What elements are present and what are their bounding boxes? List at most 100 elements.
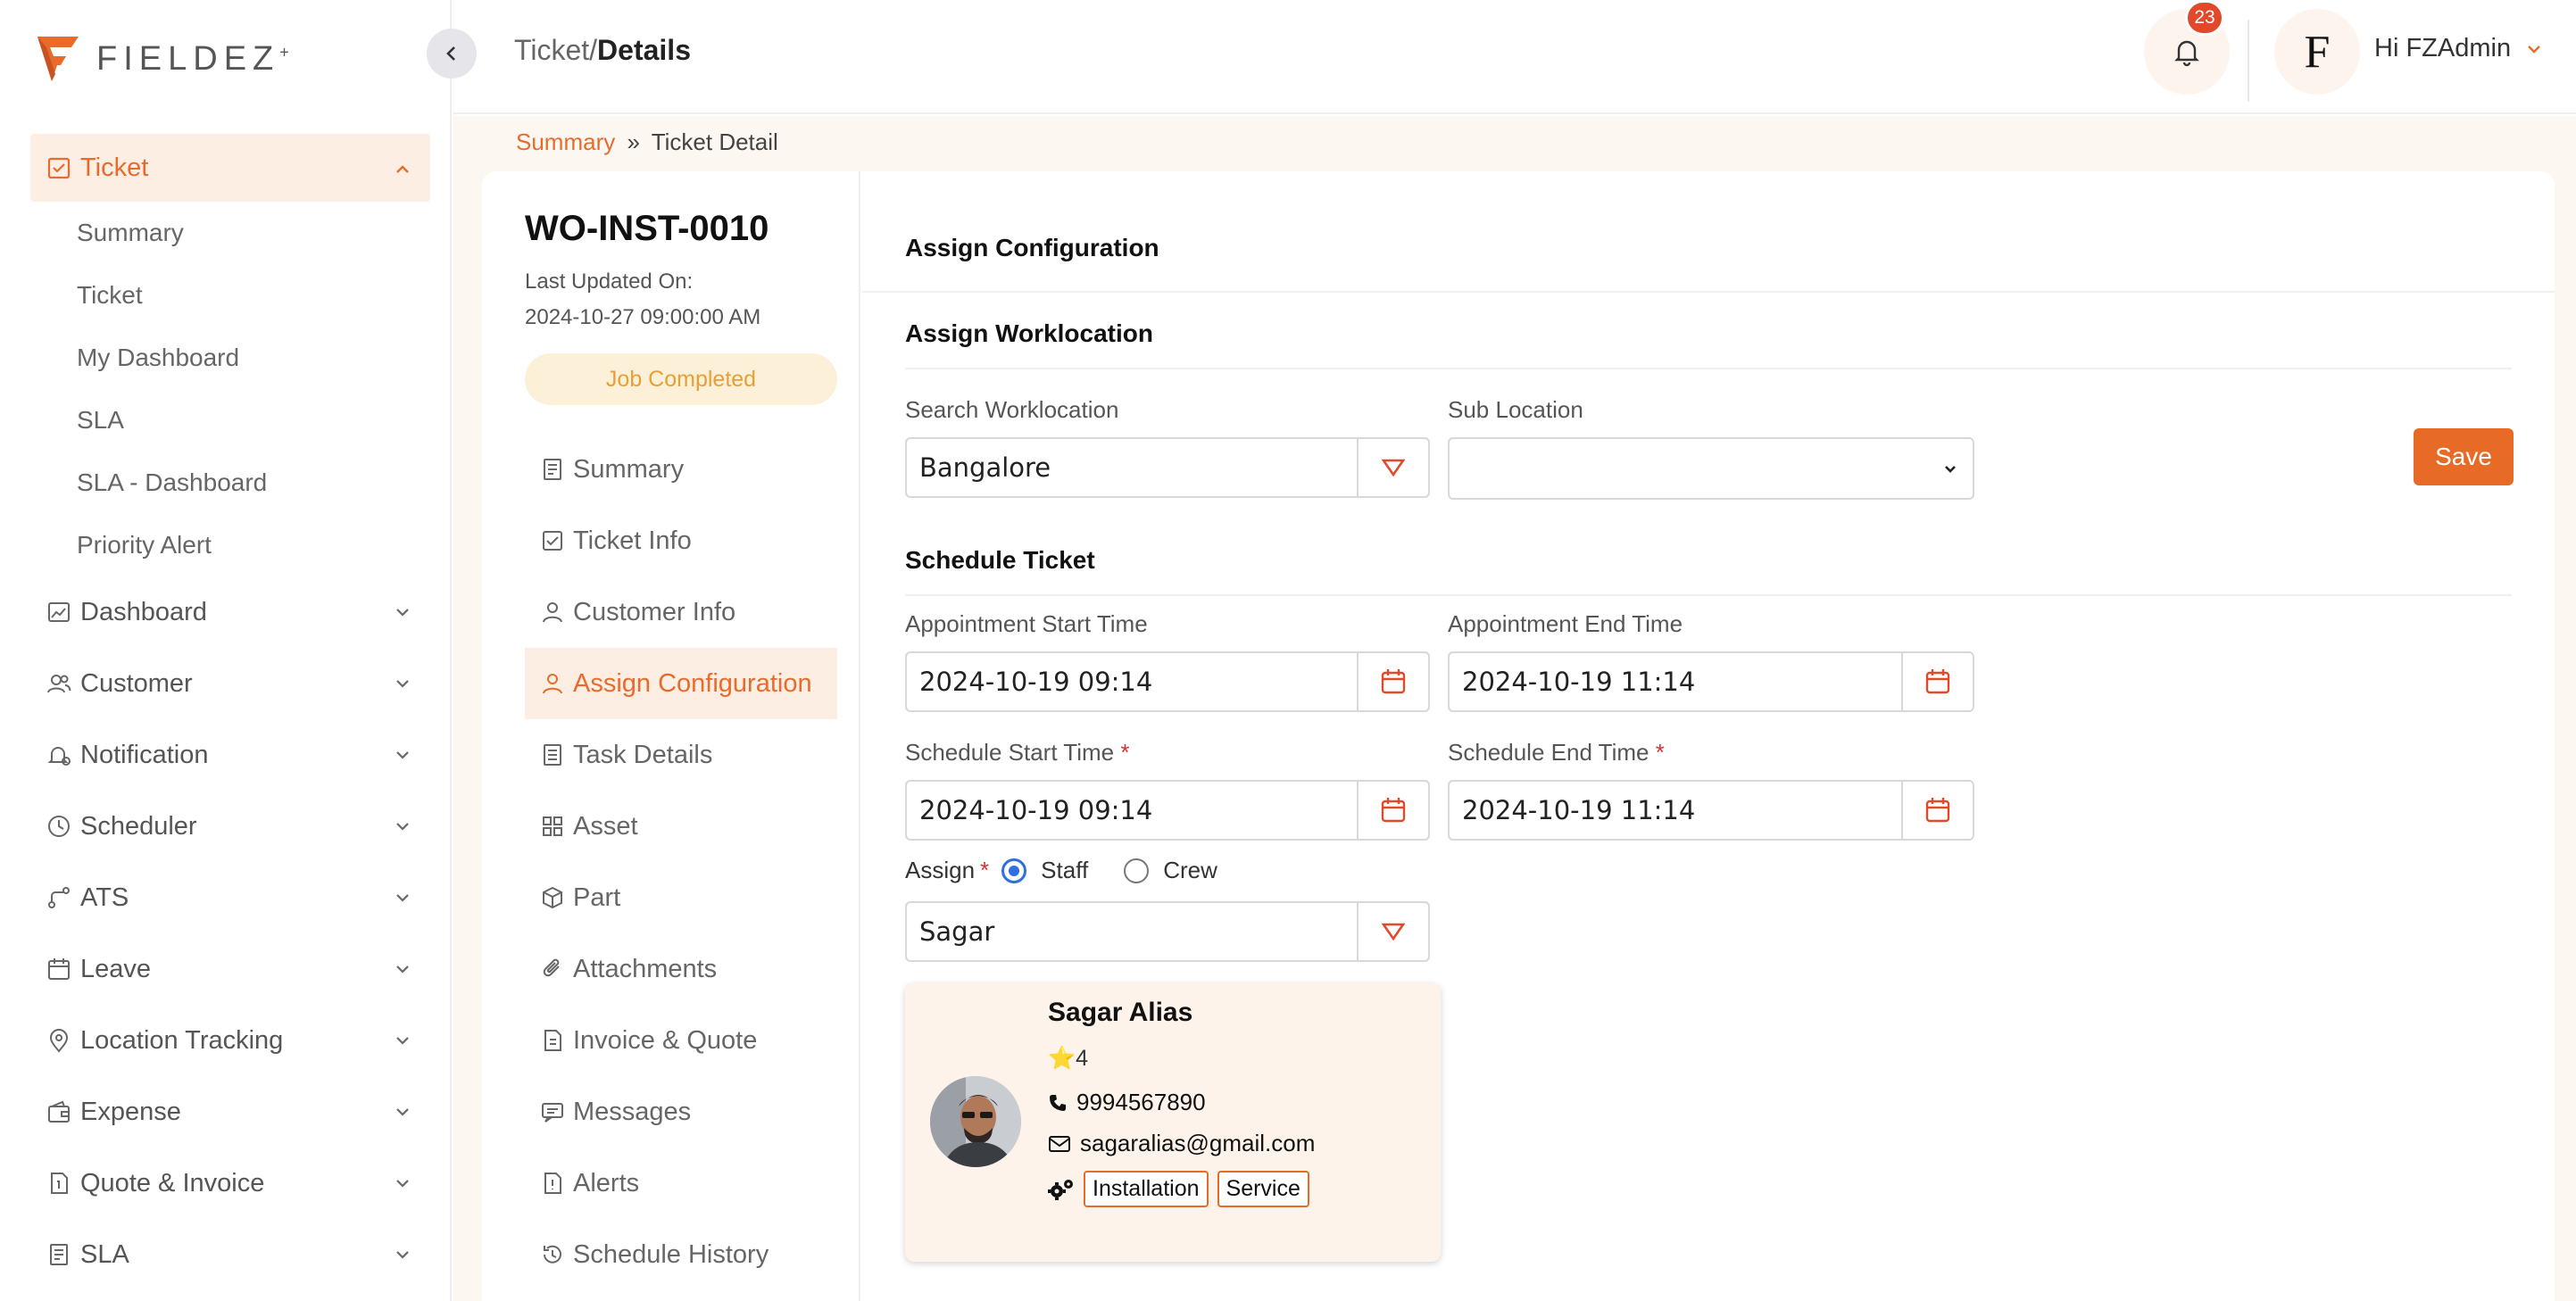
- tab-label: Alerts: [573, 1168, 640, 1197]
- tab-invoice-quote[interactable]: Invoice & Quote: [525, 1005, 837, 1076]
- sub-location-label: Sub Location: [1448, 396, 1583, 423]
- sidebar-item-dashboard[interactable]: Dashboard: [30, 576, 430, 648]
- chevron-down-icon: [393, 1242, 412, 1272]
- tab-assign-configuration[interactable]: Assign Configuration: [525, 648, 837, 719]
- sidebar-item-sla[interactable]: SLA: [30, 1219, 430, 1290]
- section-heading-assign-configuration: Assign Configuration: [905, 234, 1159, 261]
- sla-icon: [45, 1240, 73, 1269]
- assign-label: Assign: [905, 857, 976, 883]
- assignee-search-field[interactable]: Sagar: [905, 901, 1430, 962]
- tab-label: Part: [573, 883, 621, 912]
- crew-radio-label[interactable]: Crew: [1163, 857, 1217, 884]
- ticket-left-panel: WO-INST-0010 Last Updated On: 2024-10-27…: [482, 171, 860, 1301]
- chevron-down-icon: [393, 1028, 412, 1057]
- sidebar-item-label: SLA: [80, 1239, 129, 1269]
- tab-asset[interactable]: Asset: [525, 791, 837, 862]
- tab-attachments[interactable]: Attachments: [525, 933, 837, 1005]
- sidebar-item-label: ATS: [80, 883, 129, 912]
- appointment-end-label: Appointment End Time: [1448, 610, 1683, 637]
- document-icon: [539, 456, 566, 483]
- staff-radio-label[interactable]: Staff: [1041, 857, 1088, 884]
- dropdown-toggle-button[interactable]: [1357, 439, 1428, 496]
- staff-radio[interactable]: [1001, 858, 1027, 883]
- calendar-button[interactable]: [1357, 653, 1428, 710]
- chevron-down-icon: [393, 1099, 412, 1129]
- chevron-left-icon: [446, 46, 455, 61]
- bell-icon: [2174, 40, 2199, 67]
- tab-task-details[interactable]: Task Details: [525, 719, 837, 791]
- sidebar-item-scheduler[interactable]: Scheduler: [30, 791, 430, 862]
- tab-customer-info[interactable]: Customer Info: [525, 576, 837, 648]
- sidebar-collapse-button[interactable]: [427, 29, 477, 79]
- staff-card[interactable]: Sagar Alias ⭐4 9994567890 sagaralias@gma…: [905, 983, 1441, 1262]
- appointment-start-field[interactable]: 2024-10-19 09:14: [905, 651, 1430, 712]
- sidebar-item-expense[interactable]: Expense: [30, 1076, 430, 1148]
- sidebar-item-quote-invoice[interactable]: Quote & Invoice: [30, 1148, 430, 1219]
- chevron-up-icon: [393, 157, 412, 186]
- calendar-button[interactable]: [1357, 782, 1428, 839]
- calendar-button[interactable]: [1901, 782, 1973, 839]
- status-badge: Job Completed: [525, 353, 837, 405]
- search-worklocation-label: Search Worklocation: [905, 396, 1119, 423]
- notification-bell-button[interactable]: 23: [2144, 0, 2230, 95]
- appointment-end-field[interactable]: 2024-10-19 11:14: [1448, 651, 1974, 712]
- crew-radio[interactable]: [1124, 858, 1150, 883]
- tab-label: Ticket Info: [573, 526, 692, 555]
- sidebar-item-leave[interactable]: Leave: [30, 933, 430, 1005]
- topbar: Ticket/Details 23 F Hi FZAdmin: [453, 0, 2576, 114]
- dropdown-toggle-button[interactable]: [1357, 903, 1428, 960]
- last-updated-value: 2024-10-27 09:00:00 AM: [525, 305, 761, 329]
- divider: [905, 594, 2512, 596]
- page-title-main: Details: [597, 34, 691, 66]
- invoice-icon: [45, 1169, 73, 1197]
- staff-rating-value: 4: [1076, 1046, 1089, 1071]
- brand-mark: +: [279, 42, 289, 61]
- sidebar-item-label: Customer: [80, 668, 193, 698]
- last-updated-label: Last Updated On:: [525, 269, 694, 294]
- tab-messages[interactable]: Messages: [525, 1076, 837, 1148]
- star-icon: ⭐: [1048, 1046, 1076, 1071]
- sidebar-subitem-summary[interactable]: Summary: [30, 202, 430, 264]
- staff-avatar: [930, 1076, 1021, 1167]
- tab-label: Attachments: [573, 954, 718, 983]
- tab-summary[interactable]: Summary: [525, 434, 837, 505]
- tab-label: Messages: [573, 1097, 692, 1126]
- history-icon: [539, 1241, 566, 1268]
- schedule-end-field[interactable]: 2024-10-19 11:14: [1448, 780, 1974, 841]
- sidebar-item-location-tracking[interactable]: Location Tracking: [30, 1005, 430, 1076]
- tab-part[interactable]: Part: [525, 862, 837, 933]
- sidebar-subitem-my-dashboard[interactable]: My Dashboard: [30, 327, 430, 389]
- user-icon: [539, 599, 566, 626]
- user-assign-icon: [539, 670, 566, 697]
- sidebar-item-ats[interactable]: ATS: [30, 862, 430, 933]
- assign-type-radio-group: Assign * Staff Crew: [905, 857, 1217, 884]
- phone-icon: [1050, 1094, 1066, 1111]
- avatar[interactable]: F: [2274, 9, 2360, 95]
- sidebar-subitem-sla[interactable]: SLA: [30, 389, 430, 452]
- schedule-start-field[interactable]: 2024-10-19 09:14: [905, 780, 1430, 841]
- search-worklocation-field[interactable]: Bangalore: [905, 437, 1430, 498]
- breadcrumb-link-summary[interactable]: Summary: [516, 128, 615, 155]
- breadcrumb-separator: »: [627, 128, 640, 155]
- user-menu[interactable]: Hi FZAdmin: [2374, 34, 2543, 63]
- alert-icon: [539, 1170, 566, 1197]
- sidebar-item-ticket[interactable]: Ticket: [30, 134, 430, 202]
- calendar-button[interactable]: [1901, 653, 1973, 710]
- sidebar-subitem-ticket[interactable]: Ticket: [30, 264, 430, 327]
- sub-location-select[interactable]: [1448, 437, 1974, 500]
- sidebar-item-customer[interactable]: Customer: [30, 648, 430, 719]
- sidebar-subitem-sla-dashboard[interactable]: SLA - Dashboard: [30, 452, 430, 514]
- sidebar-subitem-priority-alert[interactable]: Priority Alert: [30, 514, 430, 576]
- tab-label: Asset: [573, 811, 638, 841]
- tab-schedule-history[interactable]: Schedule History: [525, 1219, 837, 1290]
- notification-count-badge: 23: [2185, 0, 2224, 36]
- sidebar-nav: Ticket Summary Ticket My Dashboard SLA S…: [30, 134, 430, 1290]
- page-title-prefix: Ticket/: [514, 34, 598, 66]
- schedule-end-label-text: Schedule End Time: [1448, 739, 1649, 766]
- tab-alerts[interactable]: Alerts: [525, 1148, 837, 1219]
- save-button[interactable]: Save: [2414, 428, 2514, 485]
- triangle-down-icon: [1381, 459, 1406, 477]
- tab-ticket-info[interactable]: Ticket Info: [525, 505, 837, 576]
- sidebar-item-notification[interactable]: Notification: [30, 719, 430, 791]
- calendar-icon: [45, 955, 73, 983]
